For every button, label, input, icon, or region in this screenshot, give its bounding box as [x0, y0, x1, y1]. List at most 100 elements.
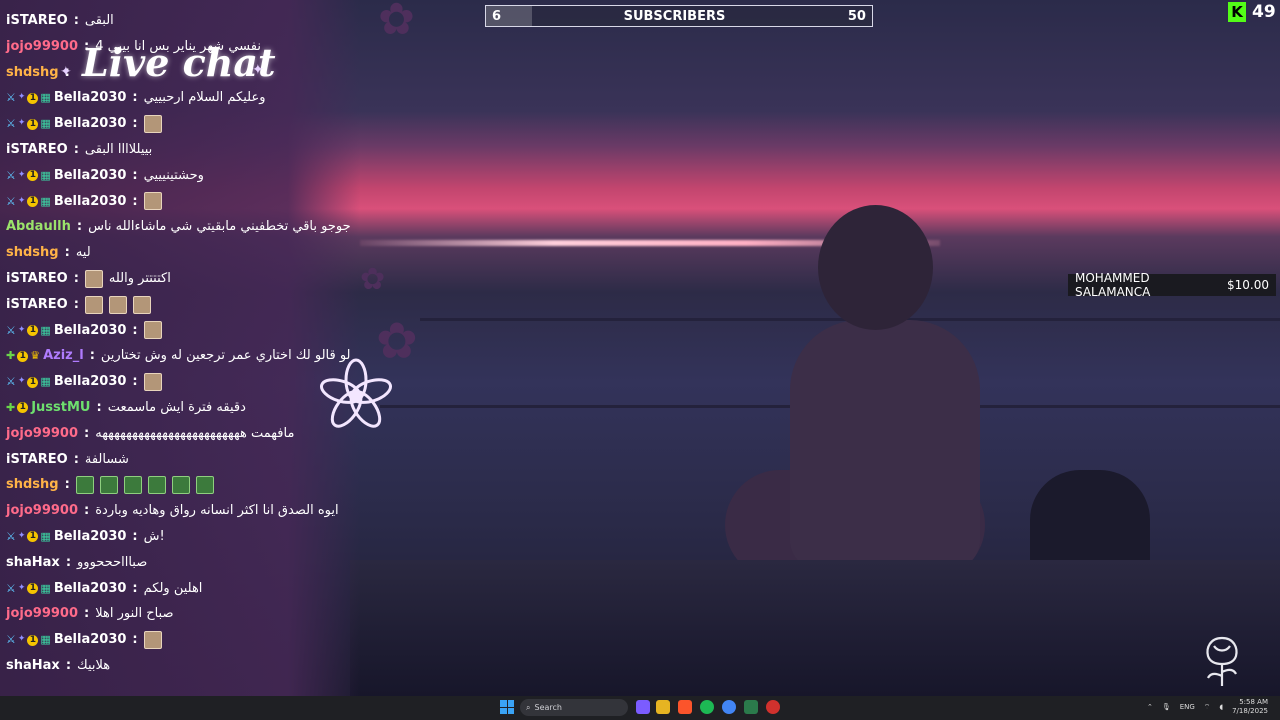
chat-username[interactable]: shdshg — [6, 60, 59, 86]
chat-message: jojo99900: مافهمت ههههههههههههههههههههههه… — [0, 421, 360, 447]
separator: : — [84, 606, 90, 622]
separator: : — [84, 425, 90, 441]
tier-one-badge-icon: 1 — [27, 324, 39, 336]
chat-username[interactable]: shdshg — [6, 240, 59, 266]
separator: : — [73, 141, 79, 157]
search-icon: ⌕ — [526, 702, 531, 712]
separator: : — [132, 322, 138, 338]
chat-username[interactable]: Bella2030 — [54, 163, 127, 189]
chat-text: ش! — [143, 528, 165, 544]
app-icon[interactable] — [744, 700, 758, 714]
chat-username[interactable]: Bella2030 — [54, 576, 127, 602]
live-chat-title: Live chat — [82, 40, 276, 85]
microphone-icon[interactable]: 🎙 — [1162, 703, 1171, 711]
subscriber-badge-icon: ▦ — [40, 581, 51, 595]
emote-icon — [195, 476, 214, 495]
emote-icon — [75, 476, 94, 495]
badge-group: ⚔ ✦ 1 ▦ — [6, 627, 51, 653]
donation-alert: MOHAMMED SALAMANCA $10.00 — [1068, 271, 1276, 299]
emote-icon — [84, 295, 103, 314]
chat-username[interactable]: jojo99900 — [6, 34, 78, 60]
obs-icon[interactable] — [766, 700, 780, 714]
chat-username[interactable]: iSTAREO — [6, 266, 68, 292]
chat-username[interactable]: iSTAREO — [6, 292, 68, 318]
chat-username[interactable]: shdshg — [6, 472, 59, 498]
kick-logo-icon: K — [1228, 2, 1246, 22]
emote-icon — [143, 373, 162, 392]
chat-username[interactable]: Bella2030 — [54, 524, 127, 550]
sparkle-badge-icon: ✦ — [17, 195, 26, 206]
chat-message: shdshg: ليه — [0, 240, 360, 266]
chat-username[interactable]: Bella2030 — [54, 189, 127, 215]
chat-username[interactable]: shaHax — [6, 550, 60, 576]
sparkle-icon: ✦ — [252, 62, 264, 78]
chat-username[interactable]: Bella2030 — [54, 111, 127, 137]
flower-decoration-icon: ✿ — [378, 0, 415, 45]
sparkle-badge-icon: ✦ — [17, 324, 26, 335]
separator: : — [64, 477, 70, 493]
chat-message: iSTAREO: شسالفة — [0, 447, 360, 473]
wifi-icon[interactable]: ⌔ — [1204, 703, 1211, 712]
chat-message: shdshg: — [0, 472, 360, 498]
chat-message: jojo99900: ايوه الصدق انا اكثر انسانه روا… — [0, 498, 360, 524]
tier-one-badge-icon: 1 — [27, 582, 39, 594]
chat-username[interactable]: Bella2030 — [54, 369, 127, 395]
tier-one-badge-icon: 1 — [17, 350, 29, 362]
chat-username[interactable]: Abdaullh — [6, 214, 71, 240]
sparkle-badge-icon: ✦ — [17, 169, 26, 180]
chat-username[interactable]: Bella2030 — [54, 318, 127, 344]
chat-username[interactable]: jojo99900 — [6, 498, 78, 524]
emote-icon — [143, 321, 162, 340]
chat-message: ⚔ ✦ 1 ▦ Bella2030: — [0, 627, 360, 653]
chat-text: جوجو باقي تخطفيني مابقيتي شي ماشاءالله ن… — [88, 219, 351, 235]
separator: : — [73, 13, 79, 28]
sparkle-badge-icon: ✦ — [17, 118, 26, 129]
sparkle-icon: ✦ — [60, 64, 72, 80]
chat-message: iSTAREO: بييللاااا البقى — [0, 137, 360, 163]
separator: : — [132, 116, 138, 132]
badge-group: ⚔ ✦ 1 ▦ — [6, 524, 51, 550]
chevron-up-icon[interactable]: ⌃ — [1147, 703, 1153, 711]
start-button[interactable] — [500, 700, 514, 714]
separator: : — [96, 399, 102, 415]
subscriber-badge-icon: ▦ — [40, 529, 51, 543]
chat-username[interactable]: jojo99900 — [6, 421, 78, 447]
badge-group: ⚔ ✦ 1 ▦ — [6, 111, 51, 137]
taskbar-search[interactable]: ⌕ Search — [520, 699, 628, 716]
separator: : — [76, 219, 83, 235]
clock[interactable]: 5:58 AM 7/18/2025 — [1232, 698, 1268, 716]
chat-username[interactable]: shaHax — [6, 653, 60, 679]
chat-text: اهلين ولكم — [143, 580, 203, 596]
chat-message: ⚔ ✦ 1 ▦ Bella2030: — [0, 318, 360, 344]
chat-username[interactable]: iSTAREO — [6, 447, 68, 473]
chat-username[interactable]: Bella2030 — [54, 85, 127, 111]
chat-username[interactable]: jojo99900 — [6, 601, 78, 627]
chrome-icon[interactable] — [722, 700, 736, 714]
subscriber-goal-bar: 6 SUBSCRIBERS 50 — [485, 5, 873, 27]
sparkle-badge-icon: ✦ — [17, 376, 26, 387]
spotify-icon[interactable] — [700, 700, 714, 714]
file-explorer-icon[interactable] — [656, 700, 670, 714]
chat-username[interactable]: Aziz_l — [43, 343, 84, 369]
plus-badge-icon: ✚ — [6, 400, 16, 414]
chat-message: ⚔ ✦ 1 ▦ Bella2030: وحشتينيييي — [0, 163, 360, 189]
sparkle-badge-icon: ✦ — [17, 530, 26, 541]
crown-badge-icon: ♛ — [30, 349, 41, 363]
volume-icon[interactable]: ◖ — [1219, 703, 1223, 711]
chat-username[interactable]: iSTAREO — [6, 8, 68, 34]
copilot-icon[interactable] — [636, 700, 650, 714]
sparkle-badge-icon: ✦ — [17, 634, 26, 645]
emote-icon — [108, 295, 127, 314]
chat-message: ⚔ ✦ 1 ▦ Bella2030: — [0, 369, 360, 395]
chat-message-list: iSTAREO: البقى jojo99900: نفسي شهر يناير بس… — [0, 8, 360, 679]
chat-username[interactable]: iSTAREO — [6, 137, 68, 163]
language-indicator[interactable]: ENG — [1180, 703, 1195, 711]
chat-username[interactable]: JusstMU — [31, 395, 90, 421]
chat-message: Abdaullh: جوجو باقي تخطفيني مابقيتي شي ما… — [0, 214, 360, 240]
emote-icon — [99, 476, 118, 495]
brave-browser-icon[interactable] — [678, 700, 692, 714]
separator: : — [132, 632, 138, 648]
separator: : — [132, 374, 138, 390]
badge-group: ⚔ ✦ 1 ▦ — [6, 189, 51, 215]
chat-username[interactable]: Bella2030 — [54, 627, 127, 653]
